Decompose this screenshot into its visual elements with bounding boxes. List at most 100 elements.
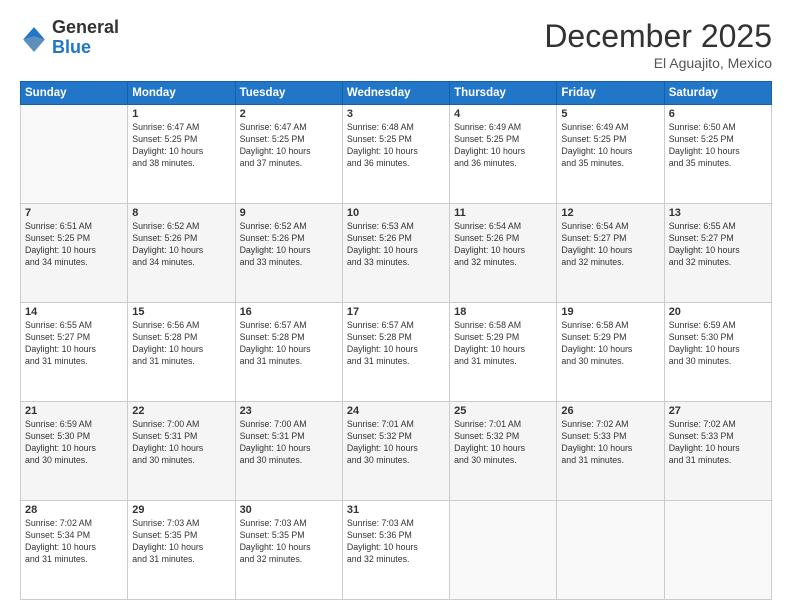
day-cell: 24Sunrise: 7:01 AMSunset: 5:32 PMDayligh…: [342, 402, 449, 501]
day-info: Sunrise: 6:53 AMSunset: 5:26 PMDaylight:…: [347, 221, 445, 269]
day-info: Sunrise: 6:55 AMSunset: 5:27 PMDaylight:…: [25, 320, 123, 368]
logo-icon: [20, 24, 48, 52]
day-number: 23: [240, 405, 338, 417]
header: General Blue December 2025 El Aguajito, …: [20, 18, 772, 71]
week-row-1: 1Sunrise: 6:47 AMSunset: 5:25 PMDaylight…: [21, 105, 772, 204]
day-cell: [557, 501, 664, 600]
logo-text: General Blue: [52, 18, 119, 58]
day-cell: 20 Sunrise: 6:59 AMSunset: 5:30 PMDayligh…: [664, 303, 771, 402]
calendar-header: SundayMondayTuesdayWednesdayThursdayFrid…: [21, 82, 772, 105]
week-row-3: 14 Sunrise: 6:55 AMSunset: 5:27 PMDayligh…: [21, 303, 772, 402]
day-number: 7: [25, 207, 123, 219]
day-number: 4: [454, 108, 552, 120]
day-cell: 31Sunrise: 7:03 AMSunset: 5:36 PMDayligh…: [342, 501, 449, 600]
day-cell: 5Sunrise: 6:49 AMSunset: 5:25 PMDaylight…: [557, 105, 664, 204]
day-cell: 29Sunrise: 7:03 AMSunset: 5:35 PMDayligh…: [128, 501, 235, 600]
day-number: 19: [561, 306, 659, 318]
day-info: Sunrise: 7:03 AMSunset: 5:35 PMDaylight:…: [240, 518, 338, 566]
day-info: Sunrise: 6:56 AMSunset: 5:28 PMDaylight:…: [132, 320, 230, 368]
day-info: Sunrise: 6:58 AMSunset: 5:29 PMDaylight:…: [561, 320, 659, 368]
day-info: Sunrise: 7:00 AMSunset: 5:31 PMDaylight:…: [132, 419, 230, 467]
day-info: Sunrise: 6:52 AMSunset: 5:26 PMDaylight:…: [240, 221, 338, 269]
day-number: 9: [240, 207, 338, 219]
header-row: SundayMondayTuesdayWednesdayThursdayFrid…: [21, 82, 772, 105]
day-cell: 25Sunrise: 7:01 AMSunset: 5:32 PMDayligh…: [450, 402, 557, 501]
day-number: 2: [240, 108, 338, 120]
day-cell: 12 Sunrise: 6:54 AMSunset: 5:27 PMDayligh…: [557, 204, 664, 303]
location: El Aguajito, Mexico: [544, 55, 772, 71]
logo-general-text: General: [52, 17, 119, 37]
day-cell: 2 Sunrise: 6:47 AMSunset: 5:25 PMDaylight…: [235, 105, 342, 204]
day-info: Sunrise: 6:52 AMSunset: 5:26 PMDaylight:…: [132, 221, 230, 269]
logo-blue-text: Blue: [52, 37, 91, 57]
day-header-thursday: Thursday: [450, 82, 557, 105]
day-cell: 30 Sunrise: 7:03 AMSunset: 5:35 PMDayligh…: [235, 501, 342, 600]
day-cell: 19 Sunrise: 6:58 AMSunset: 5:29 PMDayligh…: [557, 303, 664, 402]
day-cell: 14 Sunrise: 6:55 AMSunset: 5:27 PMDayligh…: [21, 303, 128, 402]
day-number: 30: [240, 504, 338, 516]
day-cell: [21, 105, 128, 204]
day-info: Sunrise: 7:01 AMSunset: 5:32 PMDaylight:…: [454, 419, 552, 467]
day-number: 8: [132, 207, 230, 219]
day-cell: 27 Sunrise: 7:02 AMSunset: 5:33 PMDayligh…: [664, 402, 771, 501]
day-number: 14: [25, 306, 123, 318]
day-info: Sunrise: 6:58 AMSunset: 5:29 PMDaylight:…: [454, 320, 552, 368]
day-info: Sunrise: 6:50 AMSunset: 5:25 PMDaylight:…: [669, 122, 767, 170]
day-cell: 4Sunrise: 6:49 AMSunset: 5:25 PMDaylight…: [450, 105, 557, 204]
week-row-5: 28 Sunrise: 7:02 AMSunset: 5:34 PMDayligh…: [21, 501, 772, 600]
day-cell: 17 Sunrise: 6:57 AMSunset: 5:28 PMDayligh…: [342, 303, 449, 402]
day-cell: 10 Sunrise: 6:53 AMSunset: 5:26 PMDayligh…: [342, 204, 449, 303]
day-cell: 23 Sunrise: 7:00 AMSunset: 5:31 PMDayligh…: [235, 402, 342, 501]
day-number: 17: [347, 306, 445, 318]
day-number: 26: [561, 405, 659, 417]
day-info: Sunrise: 7:02 AMSunset: 5:33 PMDaylight:…: [669, 419, 767, 467]
day-cell: [450, 501, 557, 600]
day-header-sunday: Sunday: [21, 82, 128, 105]
day-number: 6: [669, 108, 767, 120]
day-info: Sunrise: 7:03 AMSunset: 5:36 PMDaylight:…: [347, 518, 445, 566]
day-header-wednesday: Wednesday: [342, 82, 449, 105]
day-header-saturday: Saturday: [664, 82, 771, 105]
day-number: 5: [561, 108, 659, 120]
day-number: 12: [561, 207, 659, 219]
day-info: Sunrise: 6:47 AMSunset: 5:25 PMDaylight:…: [132, 122, 230, 170]
day-number: 16: [240, 306, 338, 318]
day-info: Sunrise: 6:57 AMSunset: 5:28 PMDaylight:…: [347, 320, 445, 368]
day-number: 20: [669, 306, 767, 318]
day-info: Sunrise: 6:55 AMSunset: 5:27 PMDaylight:…: [669, 221, 767, 269]
day-cell: 28 Sunrise: 7:02 AMSunset: 5:34 PMDayligh…: [21, 501, 128, 600]
page: General Blue December 2025 El Aguajito, …: [0, 0, 792, 612]
day-info: Sunrise: 7:00 AMSunset: 5:31 PMDaylight:…: [240, 419, 338, 467]
day-number: 18: [454, 306, 552, 318]
day-info: Sunrise: 6:54 AMSunset: 5:27 PMDaylight:…: [561, 221, 659, 269]
day-number: 13: [669, 207, 767, 219]
day-cell: 7Sunrise: 6:51 AMSunset: 5:25 PMDaylight…: [21, 204, 128, 303]
day-number: 24: [347, 405, 445, 417]
day-info: Sunrise: 7:02 AMSunset: 5:33 PMDaylight:…: [561, 419, 659, 467]
day-cell: 6 Sunrise: 6:50 AMSunset: 5:25 PMDaylight…: [664, 105, 771, 204]
day-cell: 18 Sunrise: 6:58 AMSunset: 5:29 PMDayligh…: [450, 303, 557, 402]
calendar-body: 1Sunrise: 6:47 AMSunset: 5:25 PMDaylight…: [21, 105, 772, 600]
day-info: Sunrise: 6:47 AMSunset: 5:25 PMDaylight:…: [240, 122, 338, 170]
day-header-monday: Monday: [128, 82, 235, 105]
week-row-4: 21Sunrise: 6:59 AMSunset: 5:30 PMDayligh…: [21, 402, 772, 501]
day-cell: 9 Sunrise: 6:52 AMSunset: 5:26 PMDaylight…: [235, 204, 342, 303]
day-header-tuesday: Tuesday: [235, 82, 342, 105]
day-number: 22: [132, 405, 230, 417]
day-cell: 15Sunrise: 6:56 AMSunset: 5:28 PMDayligh…: [128, 303, 235, 402]
day-cell: 1Sunrise: 6:47 AMSunset: 5:25 PMDaylight…: [128, 105, 235, 204]
day-cell: 16Sunrise: 6:57 AMSunset: 5:28 PMDayligh…: [235, 303, 342, 402]
day-number: 28: [25, 504, 123, 516]
logo: General Blue: [20, 18, 119, 58]
day-number: 10: [347, 207, 445, 219]
day-number: 29: [132, 504, 230, 516]
month-title: December 2025: [544, 18, 772, 55]
title-block: December 2025 El Aguajito, Mexico: [544, 18, 772, 71]
day-info: Sunrise: 7:02 AMSunset: 5:34 PMDaylight:…: [25, 518, 123, 566]
day-cell: 8 Sunrise: 6:52 AMSunset: 5:26 PMDaylight…: [128, 204, 235, 303]
day-number: 27: [669, 405, 767, 417]
day-cell: [664, 501, 771, 600]
calendar: SundayMondayTuesdayWednesdayThursdayFrid…: [20, 81, 772, 600]
day-cell: 3Sunrise: 6:48 AMSunset: 5:25 PMDaylight…: [342, 105, 449, 204]
day-info: Sunrise: 6:59 AMSunset: 5:30 PMDaylight:…: [669, 320, 767, 368]
